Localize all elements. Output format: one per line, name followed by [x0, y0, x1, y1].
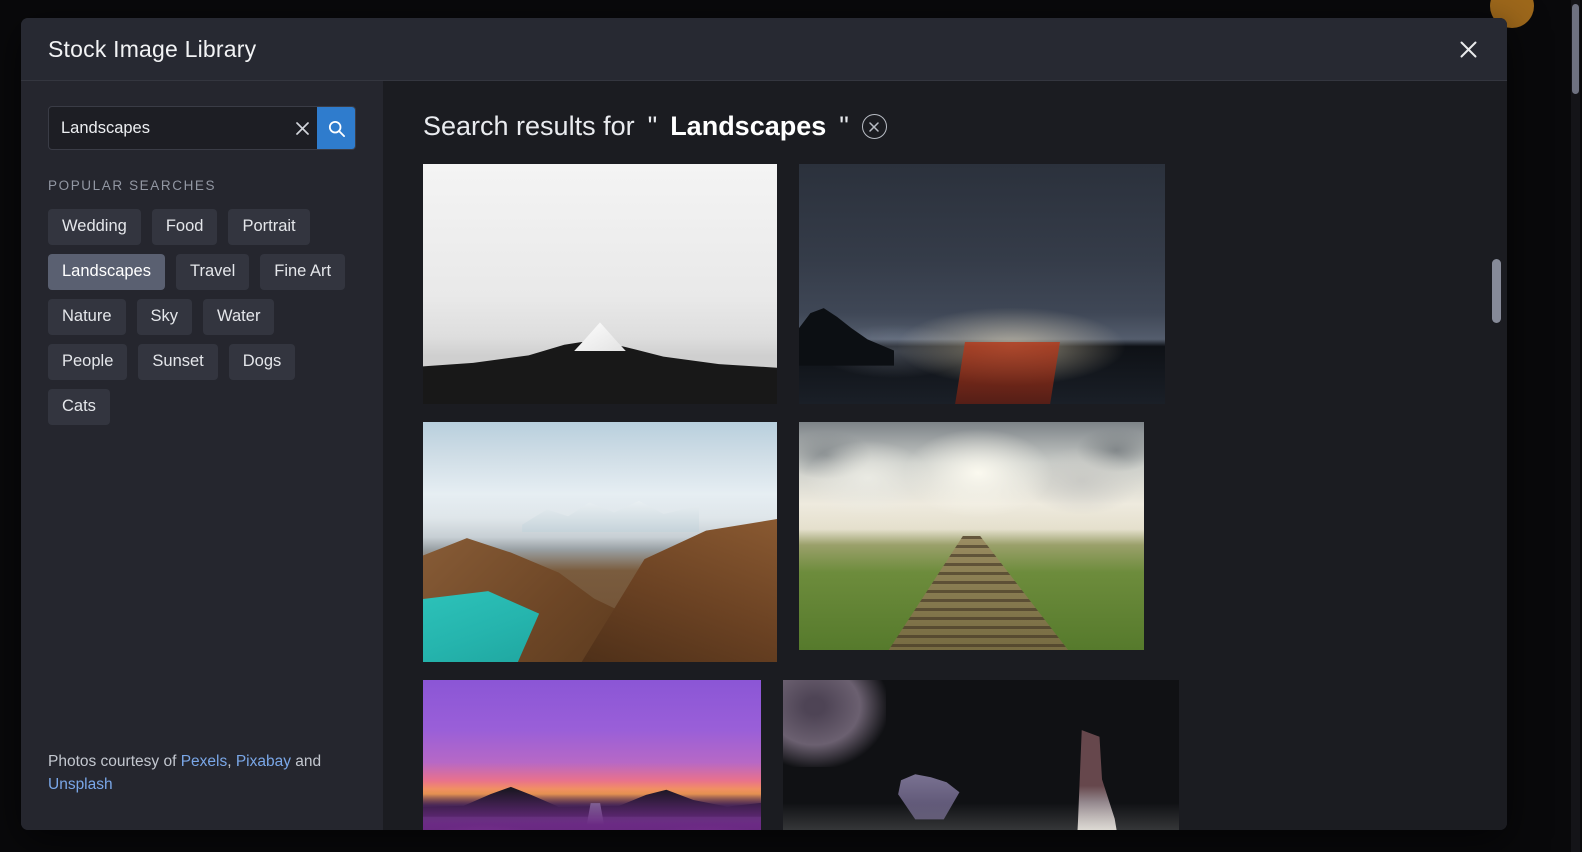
- chip-wedding[interactable]: Wedding: [48, 209, 141, 245]
- thumbnail-image: [423, 422, 777, 662]
- close-dialog-button[interactable]: [1451, 32, 1485, 66]
- popular-searches-label: POPULAR SEARCHES: [48, 178, 217, 193]
- chip-dogs[interactable]: Dogs: [228, 343, 296, 380]
- chip-sunset[interactable]: Sunset: [138, 343, 218, 380]
- result-thumbnail-turquoise-glacial-lake-mountains[interactable]: [423, 422, 777, 662]
- clear-search-input-button[interactable]: [287, 107, 317, 149]
- thumbnail-detail: [888, 536, 1069, 650]
- result-thumbnail-snowy-volcano-black-and-white[interactable]: [423, 164, 777, 404]
- credits-link-pixabay[interactable]: Pixabay: [236, 753, 291, 770]
- result-thumbnail-railroad-into-storm-clouds[interactable]: [799, 422, 1144, 650]
- result-thumbnail-night-lake-distant-city-glow[interactable]: [799, 164, 1165, 404]
- chip-portrait[interactable]: Portrait: [228, 209, 310, 245]
- photo-credits: Photos courtesy of Pexels, Pixabay and U…: [48, 751, 348, 830]
- thumbnail-detail: [898, 774, 960, 820]
- thumbnail-image: [799, 164, 1165, 404]
- chip-sky[interactable]: Sky: [136, 298, 193, 335]
- credits-separator-1: ,: [227, 753, 236, 771]
- result-thumbnail-lavender-field-violet-sunset-lake[interactable]: [423, 680, 761, 830]
- thumbnail-detail: [888, 536, 1069, 650]
- chip-food[interactable]: Food: [151, 209, 218, 245]
- thumbnail-image: [799, 422, 1144, 650]
- credits-prefix: Photos courtesy of: [48, 753, 181, 771]
- thumbnail-detail: [571, 803, 620, 830]
- thumbnail-image: [423, 680, 761, 830]
- search-bar: [48, 106, 356, 150]
- results-scrollbar[interactable]: [1492, 81, 1501, 830]
- close-circle-icon: [869, 121, 880, 132]
- chip-water[interactable]: Water: [203, 298, 275, 335]
- page-scrollbar-thumb[interactable]: [1572, 4, 1579, 94]
- credits-link-pexels[interactable]: Pexels: [181, 753, 228, 770]
- dialog-title: Stock Image Library: [48, 35, 257, 62]
- results-heading-prefix: Search results for: [423, 111, 635, 141]
- search-results-panel: Search results for " Landscapes ": [383, 81, 1507, 830]
- chip-people[interactable]: People: [48, 343, 128, 380]
- results-scrollbar-thumb[interactable]: [1492, 259, 1501, 323]
- results-heading-query: Landscapes: [670, 111, 827, 141]
- result-thumbnail-fantasy-sky-castle-woman-in-white[interactable]: [783, 680, 1179, 830]
- results-heading: Search results for " Landscapes ": [423, 111, 1477, 142]
- submit-search-button[interactable]: [317, 107, 355, 149]
- search-input[interactable]: [49, 107, 287, 149]
- chip-fine-art[interactable]: Fine Art: [260, 253, 346, 290]
- popular-searches-chip-list: Wedding Food Portrait Landscapes Travel Fine …: [48, 209, 356, 425]
- thumbnail-image: [423, 164, 777, 404]
- page-scrollbar[interactable]: [1571, 0, 1580, 852]
- stock-image-library-dialog: Stock Image Library Landscapes POPULAR S…: [21, 18, 1507, 830]
- credits-separator-2: and: [291, 753, 322, 771]
- thumbnail-image: [783, 680, 1179, 830]
- dialog-header: Stock Image Library: [21, 18, 1507, 81]
- chip-nature[interactable]: Nature: [48, 298, 126, 335]
- search-icon: [328, 120, 345, 137]
- clear-search-results-button[interactable]: [861, 114, 887, 139]
- chip-travel[interactable]: Travel: [176, 253, 250, 290]
- chip-cats[interactable]: Cats: [48, 388, 110, 425]
- chip-landscapes[interactable]: Landscapes: [48, 253, 165, 290]
- close-icon: [1460, 41, 1476, 57]
- results-heading-close-quote: ": [839, 111, 849, 141]
- search-sidebar: POPULAR SEARCHES Wedding Food Portrait Land…: [21, 81, 383, 830]
- thumbnail-detail: [522, 500, 700, 533]
- credits-link-unsplash[interactable]: Unsplash: [48, 776, 113, 793]
- dialog-body: POPULAR SEARCHES Wedding Food Portrait Land…: [21, 81, 1507, 830]
- results-heading-open-quote: ": [647, 111, 658, 141]
- image-results-grid: [423, 164, 1477, 830]
- thumbnail-detail: [1074, 730, 1124, 830]
- close-icon: [295, 121, 309, 135]
